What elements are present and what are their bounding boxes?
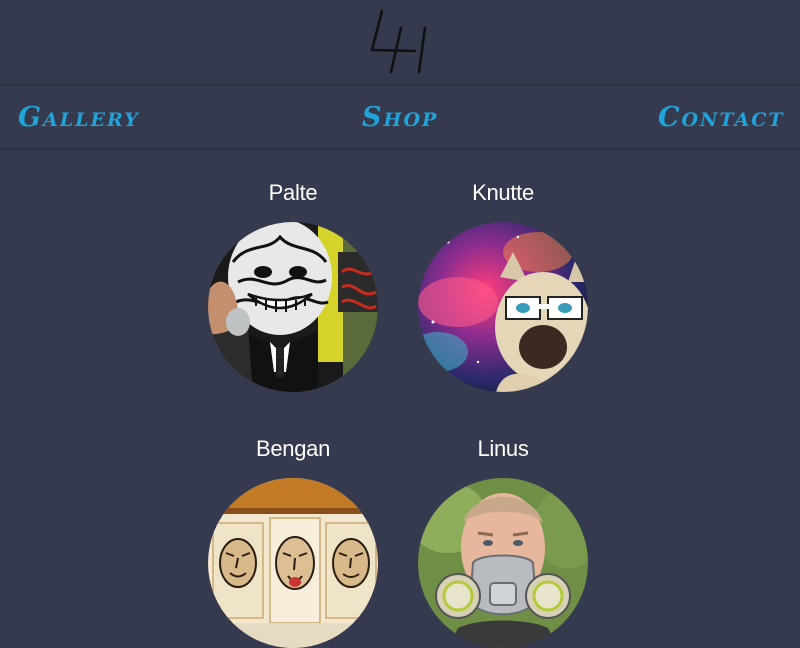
artist-card-palte[interactable]: Palte (208, 179, 378, 392)
artist-name[interactable]: Linus (418, 435, 588, 465)
nav-contact-link[interactable]: Contact (658, 103, 785, 133)
artist-name[interactable]: Knutte (418, 179, 588, 209)
artist-avatar[interactable] (208, 478, 378, 648)
artist-card-linus[interactable]: Linus (418, 435, 588, 648)
artist-avatar[interactable] (418, 478, 588, 648)
artist-name[interactable]: Palte (208, 179, 378, 209)
nav-shop-link[interactable]: Shop (362, 103, 438, 133)
artist-avatar[interactable] (208, 222, 378, 392)
main-nav: Gallery Shop Contact (0, 85, 800, 150)
artist-card-knutte[interactable]: Knutte (418, 179, 588, 392)
artist-card-bengan[interactable]: Bengan (208, 435, 378, 648)
logo-bar (0, 0, 800, 85)
artist-name[interactable]: Bengan (208, 435, 378, 465)
nav-gallery-link[interactable]: Gallery (18, 103, 140, 133)
artist-avatar[interactable] (418, 222, 588, 392)
site-logo[interactable] (369, 4, 429, 74)
